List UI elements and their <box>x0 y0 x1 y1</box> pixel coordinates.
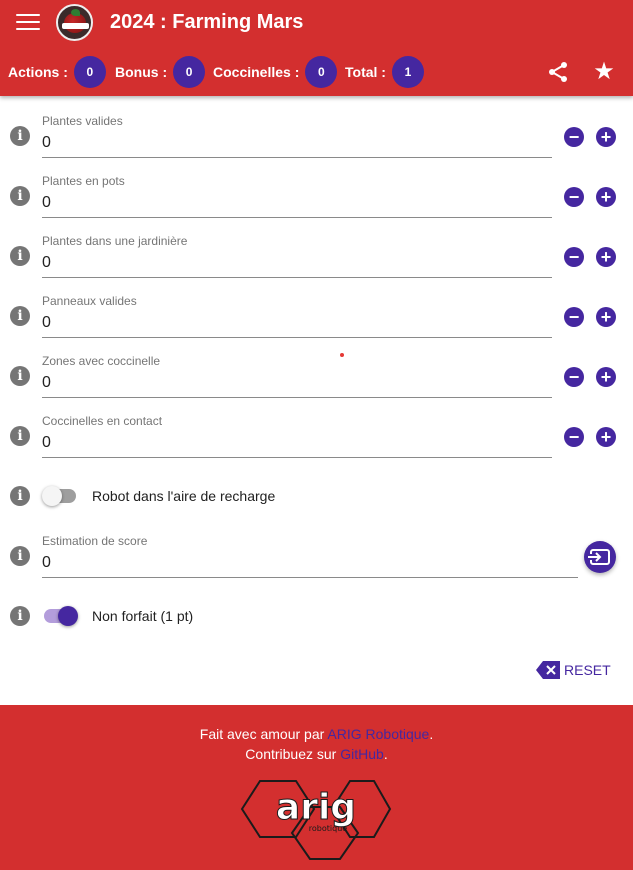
counter-actions: Actions : 0 <box>8 54 106 90</box>
field-underline <box>42 277 552 278</box>
counter-label: Total : <box>345 64 386 80</box>
add-circle-icon[interactable]: + <box>596 367 616 387</box>
forfait-toggle[interactable] <box>42 604 78 628</box>
arig-link[interactable]: ARIG Robotique <box>327 726 429 742</box>
remove-circle-icon[interactable]: − <box>564 247 584 267</box>
footer-contribute: Contribuez sur GitHub. <box>0 746 633 762</box>
add-circle-icon[interactable]: + <box>596 247 616 267</box>
info-icon[interactable]: i <box>10 366 30 386</box>
footer-credit: Fait avec amour par ARIG Robotique. <box>0 726 633 742</box>
info-icon[interactable]: i <box>10 186 30 206</box>
footer-text: Fait avec amour par <box>199 726 328 742</box>
score-counters: Actions : 0 Bonus : 0 Coccinelles : 0 To… <box>0 54 633 90</box>
field-label: Coccinelles en contact <box>42 414 163 428</box>
field-underline <box>42 577 578 578</box>
field-label: Plantes dans une jardinière <box>42 234 188 248</box>
counter-label: Actions : <box>8 64 68 80</box>
remove-circle-icon[interactable]: − <box>564 187 584 207</box>
field-label: Plantes en pots <box>42 174 125 188</box>
plantes-en-pots-input[interactable]: 0 <box>42 194 51 212</box>
info-icon[interactable]: i <box>10 486 30 506</box>
counter-label: Bonus : <box>115 64 168 80</box>
toggle-label: Non forfait (1 pt) <box>92 608 194 624</box>
field-underline <box>42 397 552 398</box>
footer-text: Contribuez sur <box>245 746 341 762</box>
cursor-dot <box>340 353 344 357</box>
page-title: 2024 : Farming Mars <box>110 11 304 33</box>
input-icon[interactable] <box>584 541 616 573</box>
field-underline <box>42 217 552 218</box>
footer-text: . <box>383 746 388 762</box>
field-row-panneaux-valides: i Panneaux valides 0 − + <box>0 290 633 350</box>
menu-icon[interactable] <box>16 14 40 32</box>
field-row-zones-coccinelle: i Zones avec coccinelle 0 − + <box>0 350 633 410</box>
remove-circle-icon[interactable]: − <box>564 367 584 387</box>
field-row-estimation: i Estimation de score 0 <box>0 530 633 590</box>
field-label: Panneaux valides <box>42 294 137 308</box>
plantes-jardiniere-input[interactable]: 0 <box>42 254 51 272</box>
field-row-coccinelles-contact: i Coccinelles en contact 0 − + <box>0 410 633 470</box>
zones-coccinelle-input[interactable]: 0 <box>42 374 51 392</box>
logo-subtext: robotique <box>309 824 347 833</box>
counter-bonus: Bonus : 0 <box>115 54 206 90</box>
field-underline <box>42 337 552 338</box>
info-icon[interactable]: i <box>10 426 30 446</box>
star-icon[interactable]: ★ <box>592 60 616 84</box>
app-logo <box>56 4 93 41</box>
reset-button[interactable]: RESET <box>536 659 611 681</box>
arig-logo: arig robotique <box>240 780 392 860</box>
field-label: Estimation de score <box>42 534 148 548</box>
add-circle-icon[interactable]: + <box>596 307 616 327</box>
footer-text: . <box>429 726 434 742</box>
logo-wordmark: arig <box>276 787 356 828</box>
counter-coccinelles: Coccinelles : 0 <box>213 54 338 90</box>
add-circle-icon[interactable]: + <box>596 427 616 447</box>
add-circle-icon[interactable]: + <box>596 187 616 207</box>
field-row-plantes-en-pots: i Plantes en pots 0 − + <box>0 170 633 230</box>
field-label: Zones avec coccinelle <box>42 354 161 368</box>
remove-circle-icon[interactable]: − <box>564 127 584 147</box>
counter-badge: 1 <box>391 56 424 88</box>
panneaux-valides-input[interactable]: 0 <box>42 314 51 332</box>
page-footer: Fait avec amour par ARIG Robotique. Cont… <box>0 705 633 870</box>
remove-circle-icon[interactable]: − <box>564 427 584 447</box>
add-circle-icon[interactable]: + <box>596 127 616 147</box>
estimation-input[interactable]: 0 <box>42 554 51 572</box>
field-underline <box>42 457 552 458</box>
info-icon[interactable]: i <box>10 606 30 626</box>
remove-circle-icon[interactable]: − <box>564 307 584 327</box>
github-link[interactable]: GitHub <box>340 746 384 762</box>
counter-badge: 0 <box>305 56 338 88</box>
field-label: Plantes valides <box>42 114 123 128</box>
toggle-row-recharge: i Robot dans l'aire de recharge <box>0 470 633 530</box>
field-row-plantes-valides: i Plantes valides 0 − + <box>0 110 633 170</box>
toggle-label: Robot dans l'aire de recharge <box>92 488 276 504</box>
info-icon[interactable]: i <box>10 546 30 566</box>
recharge-toggle[interactable] <box>42 484 78 508</box>
info-icon[interactable]: i <box>10 126 30 146</box>
app-toolbar: 2024 : Farming Mars Actions : 0 Bonus : … <box>0 0 633 96</box>
coccinelles-contact-input[interactable]: 0 <box>42 434 51 452</box>
reset-label: RESET <box>564 662 611 678</box>
share-icon[interactable] <box>546 60 570 84</box>
backspace-icon <box>536 661 560 679</box>
field-row-plantes-jardiniere: i Plantes dans une jardinière 0 − + <box>0 230 633 290</box>
toggle-row-forfait: i Non forfait (1 pt) <box>0 590 633 650</box>
counter-badge: 0 <box>173 56 206 88</box>
counter-label: Coccinelles : <box>213 64 300 80</box>
field-underline <box>42 157 552 158</box>
info-icon[interactable]: i <box>10 246 30 266</box>
info-icon[interactable]: i <box>10 306 30 326</box>
counter-total: Total : 1 <box>345 54 424 90</box>
plantes-valides-input[interactable]: 0 <box>42 134 51 152</box>
counter-badge: 0 <box>73 56 106 88</box>
